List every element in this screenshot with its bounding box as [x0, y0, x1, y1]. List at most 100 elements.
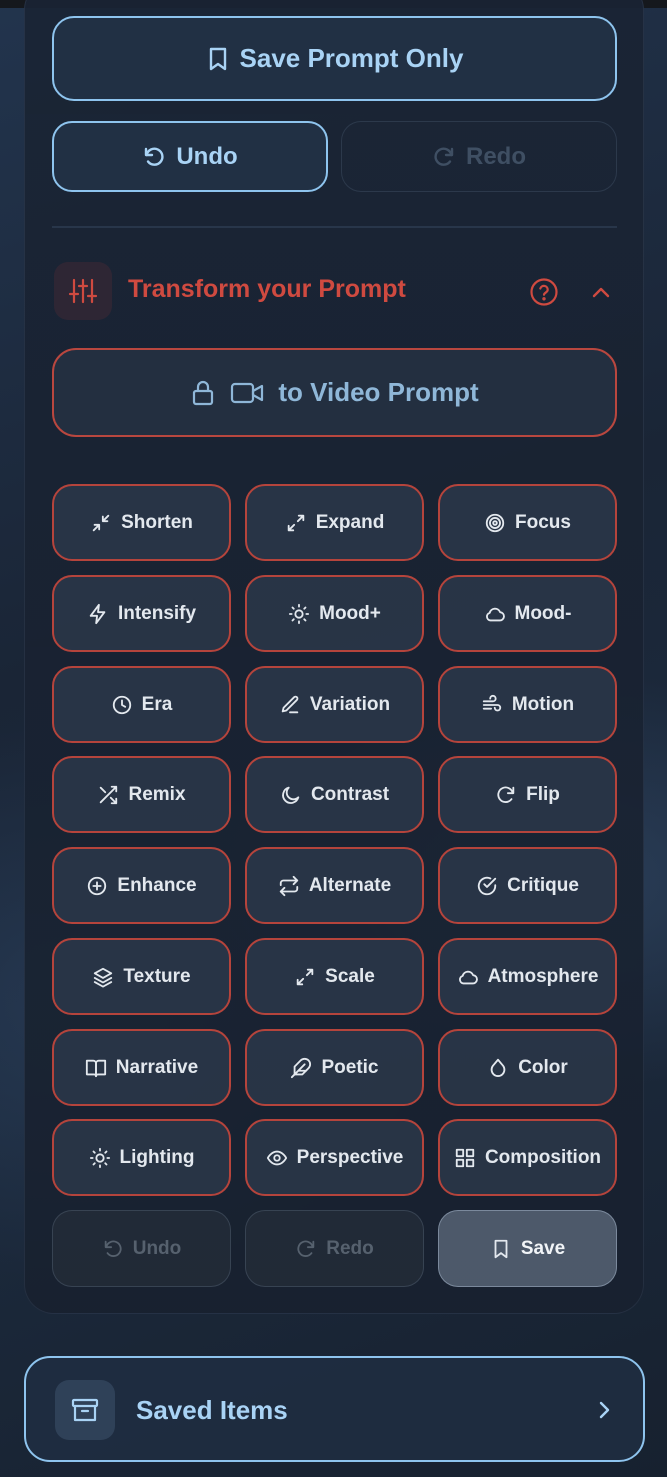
transform-panel [24, 0, 644, 1314]
redo-icon [297, 1240, 315, 1257]
panel-undo-button[interactable]: Undo [52, 1210, 231, 1287]
mood-label: Mood+ [319, 602, 381, 624]
book-icon [85, 1059, 106, 1077]
sun-icon [89, 1147, 110, 1168]
focus-button[interactable]: Focus [438, 484, 617, 561]
color-button[interactable]: Color [438, 1029, 617, 1106]
atmosphere-button[interactable]: Atmosphere [438, 938, 617, 1015]
mood-button[interactable]: Mood- [438, 575, 617, 652]
wind-icon [482, 694, 501, 711]
poetic-button[interactable]: Poetic [245, 1029, 424, 1106]
archive-icon [71, 1398, 99, 1422]
sun-icon [289, 603, 310, 624]
narrative-button[interactable]: Narrative [52, 1029, 231, 1106]
panel-redo-label: Redo [326, 1237, 374, 1259]
intensify-button[interactable]: Intensify [52, 575, 231, 652]
lighting-label: Lighting [119, 1146, 195, 1168]
remix-button[interactable]: Remix [52, 756, 231, 833]
grid-icon [455, 1148, 475, 1167]
cloud-icon [458, 970, 478, 984]
shuffle-icon [100, 785, 118, 804]
eye-icon [266, 1150, 287, 1165]
section-divider [52, 226, 617, 228]
help-icon[interactable] [529, 277, 559, 307]
section-title: Transform your Prompt [128, 275, 406, 303]
enhance-button[interactable]: Enhance [52, 847, 231, 924]
undo-label: Undo [176, 142, 238, 170]
expand-label: Expand [315, 511, 385, 533]
shrink-icon [92, 514, 110, 531]
variation-button[interactable]: Variation [245, 666, 424, 743]
save-prompt-only-label: Save Prompt Only [239, 43, 464, 73]
era-label: Era [141, 693, 173, 715]
flip-button[interactable]: Flip [438, 756, 617, 833]
critique-label: Critique [507, 874, 579, 896]
panel-save-button[interactable]: Save [438, 1210, 617, 1287]
redo-icon [434, 147, 454, 166]
motion-label: Motion [511, 693, 575, 715]
mood-label: Mood- [514, 602, 572, 624]
mood-button[interactable]: Mood+ [245, 575, 424, 652]
redo-button[interactable]: Redo [341, 121, 617, 192]
undo-button[interactable]: Undo [52, 121, 328, 192]
focus-label: Focus [515, 511, 571, 533]
contrast-button[interactable]: Contrast [245, 756, 424, 833]
lighting-button[interactable]: Lighting [52, 1119, 231, 1196]
alternate-button[interactable]: Alternate [245, 847, 424, 924]
moon-icon [282, 786, 300, 804]
panel-redo-button[interactable]: Redo [245, 1210, 424, 1287]
sliders-icon [68, 278, 98, 304]
shorten-label: Shorten [121, 511, 193, 533]
redo-label: Redo [466, 142, 526, 170]
perspective-button[interactable]: Perspective [245, 1119, 424, 1196]
saved-items-label: Saved Items [136, 1395, 288, 1425]
to-video-prompt-button[interactable]: to Video Prompt [52, 348, 617, 437]
variation-label: Variation [309, 693, 391, 715]
expand-icon [287, 514, 304, 531]
scale-label: Scale [325, 965, 375, 987]
layers-icon [94, 967, 113, 988]
poetic-label: Poetic [321, 1056, 379, 1078]
saved-icon-box [55, 1380, 115, 1440]
intensify-label: Intensify [117, 602, 197, 624]
repeat-icon [279, 875, 298, 896]
remix-label: Remix [128, 783, 186, 805]
undo-icon [145, 147, 164, 166]
section-icon-box [54, 262, 112, 320]
rotate-icon [497, 786, 515, 803]
droplet-icon [490, 1058, 506, 1077]
to-video-prompt-label: to Video Prompt [278, 377, 479, 407]
motion-button[interactable]: Motion [438, 666, 617, 743]
texture-label: Texture [123, 965, 191, 987]
color-label: Color [518, 1056, 568, 1078]
contrast-label: Contrast [310, 783, 390, 805]
scale-icon [296, 968, 314, 985]
bolt-icon [89, 603, 106, 624]
check-circle-icon [477, 876, 497, 895]
plus-circle-icon [88, 876, 107, 895]
cloud-icon [485, 607, 505, 621]
chevron-right-icon [599, 1401, 610, 1419]
expand-button[interactable]: Expand [245, 484, 424, 561]
save-prompt-only-button[interactable]: Save Prompt Only [52, 16, 617, 101]
pen-icon [281, 695, 299, 713]
chevron-up-icon[interactable] [588, 280, 614, 304]
era-button[interactable]: Era [52, 666, 231, 743]
saved-items-button[interactable]: Saved Items [24, 1356, 645, 1462]
flip-label: Flip [526, 783, 560, 805]
target-icon [485, 513, 505, 532]
video-camera-icon [231, 382, 264, 403]
texture-button[interactable]: Texture [52, 938, 231, 1015]
panel-undo-label: Undo [132, 1237, 182, 1259]
atmosphere-label: Atmosphere [487, 965, 599, 987]
alternate-label: Alternate [308, 874, 392, 896]
undo-icon [104, 1240, 122, 1257]
scale-button[interactable]: Scale [245, 938, 424, 1015]
clock-icon [112, 695, 131, 714]
shorten-button[interactable]: Shorten [52, 484, 231, 561]
panel-save-label: Save [520, 1237, 566, 1259]
feather-icon [291, 1057, 312, 1078]
critique-button[interactable]: Critique [438, 847, 617, 924]
composition-button[interactable]: Composition [438, 1119, 617, 1196]
composition-label: Composition [484, 1146, 602, 1168]
